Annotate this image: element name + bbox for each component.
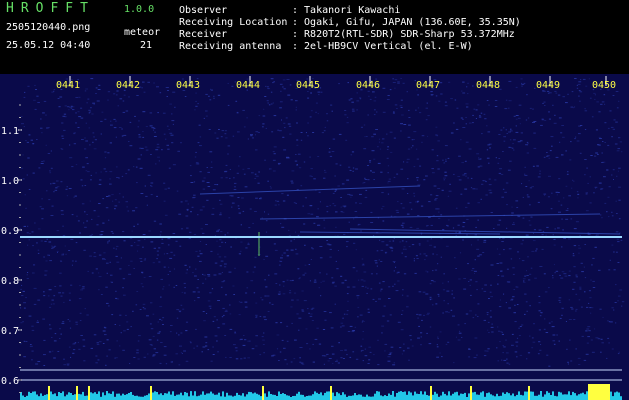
frequency-tick-label: 0.7 xyxy=(1,326,19,337)
meteor-count: 21 xyxy=(140,40,153,51)
meteor-spike xyxy=(330,386,332,400)
meteor-spike xyxy=(470,386,472,400)
spectrogram-plot: 0441 0442 0443 0444 0445 0446 0447 0448 0449 0450… xyxy=(0,74,629,400)
meteor-spike xyxy=(76,386,78,400)
frequency-tick-label: 0.8 xyxy=(1,276,19,287)
time-tick-label: 0450 xyxy=(592,80,616,91)
meteor-spike xyxy=(88,386,90,400)
frequency-tick-label: 1.0 xyxy=(1,176,19,187)
file-name: 2505120440.png xyxy=(6,22,91,33)
time-tick-label: 0448 xyxy=(476,80,500,91)
app-title: HROFFT xyxy=(6,1,95,16)
time-tick-label: 0446 xyxy=(356,80,380,91)
frequency-tick-label: 0.9 xyxy=(1,226,19,237)
meteor-spike xyxy=(430,386,432,400)
meteor-spike xyxy=(528,386,530,400)
frequency-tick-label: 0.6 xyxy=(1,376,19,387)
meteor-spike xyxy=(262,386,264,400)
time-tick-label: 0441 xyxy=(56,80,80,91)
time-tick-label: 0445 xyxy=(296,80,320,91)
meteor-spike xyxy=(48,386,50,400)
frequency-tick-label: 1.1 xyxy=(1,126,19,137)
meteor-spike xyxy=(588,384,610,400)
header-panel: HROFFT 1.0.0 2505120440.png meteor 25.05… xyxy=(0,0,629,74)
time-tick-label: 0443 xyxy=(176,80,200,91)
time-tick-label: 0449 xyxy=(536,80,560,91)
meteor-label: meteor xyxy=(124,27,161,38)
station-info-labels: Observer Receiving Location Receiver Rec… xyxy=(179,5,288,52)
time-tick-label: 0447 xyxy=(416,80,440,91)
time-tick-label: 0444 xyxy=(236,80,260,91)
station-info-values: : Takanori Kawachi : Ogaki, Gifu, JAPAN … xyxy=(292,5,521,52)
capture-datetime: 25.05.12 04:40 xyxy=(6,40,91,51)
time-tick-label: 0442 xyxy=(116,80,140,91)
app-version: 1.0.0 xyxy=(124,4,155,15)
meteor-spike xyxy=(150,386,152,400)
